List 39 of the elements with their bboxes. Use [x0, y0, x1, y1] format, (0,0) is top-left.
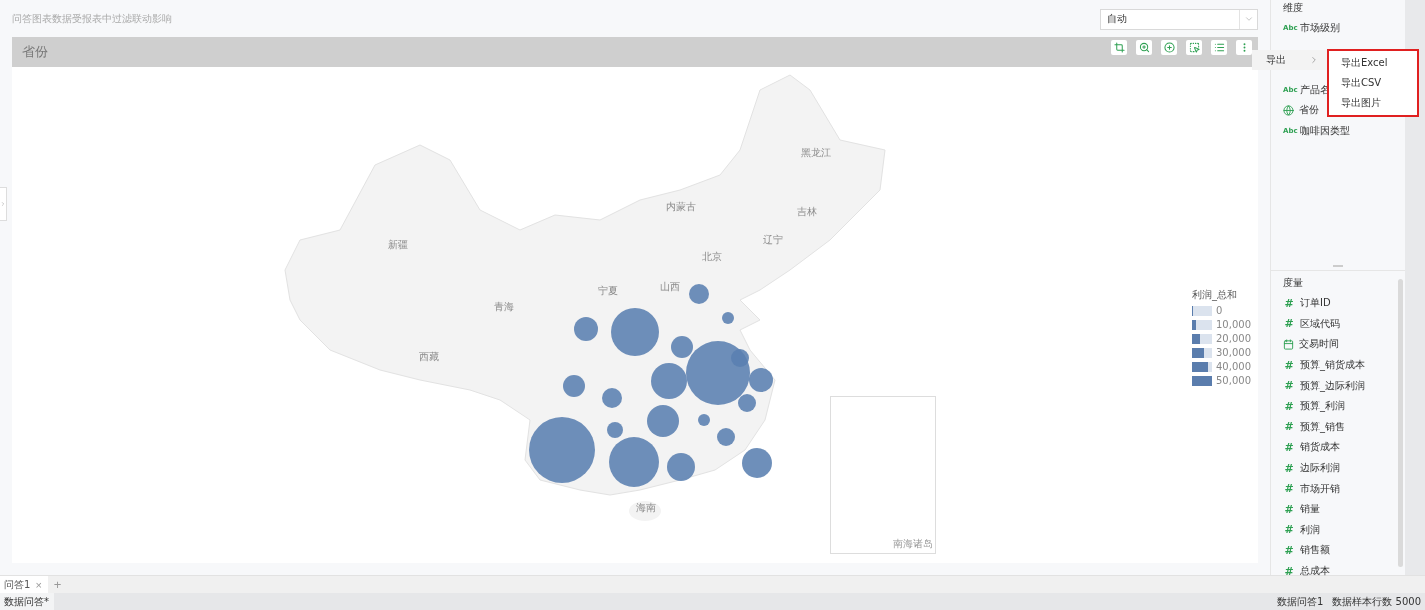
region-label: 吉林	[796, 204, 817, 219]
number-type-icon: #	[1283, 296, 1295, 310]
number-type-icon: #	[1283, 358, 1295, 372]
number-type-icon: #	[1283, 564, 1295, 578]
region-label: 青海	[494, 300, 515, 315]
number-type-icon: #	[1283, 523, 1295, 537]
region-label: 内蒙古	[666, 199, 697, 214]
legend-label: 30,000	[1216, 347, 1251, 358]
region-label: 黑龙江	[800, 146, 831, 161]
region-label: 北京	[702, 250, 723, 265]
region-label: 海南	[636, 500, 657, 515]
number-type-icon: #	[1283, 482, 1295, 496]
filter-notice: 问答图表数据受报表中过滤联动影响	[12, 12, 172, 26]
legend-label: 50,000	[1216, 375, 1251, 386]
chart-title: 省份	[22, 43, 48, 61]
region-label: 辽宁	[763, 233, 784, 248]
number-type-icon: #	[1283, 420, 1295, 434]
status-text: 数据问答*	[0, 593, 54, 610]
region-label: 西藏	[419, 349, 440, 364]
number-type-icon: #	[1283, 379, 1295, 393]
region-label: 山西	[659, 279, 680, 294]
number-type-icon: #	[1283, 461, 1295, 475]
legend-label: 40,000	[1216, 361, 1251, 372]
legend-label: 20,000	[1216, 333, 1251, 344]
region-label: 新疆	[388, 238, 409, 253]
section-title: 维度	[1283, 1, 1304, 15]
legend-label: 0	[1216, 305, 1223, 316]
status-text: 数据样本行数 5000	[1332, 594, 1421, 609]
legend-title: 利润_总和	[1192, 288, 1238, 302]
number-type-icon: #	[1283, 502, 1295, 516]
number-type-icon: #	[1283, 543, 1295, 557]
region-label: 宁夏	[597, 283, 618, 298]
number-type-icon: #	[1283, 440, 1295, 454]
number-type-icon: #	[1283, 317, 1295, 331]
inset-label: 南海诸岛	[893, 537, 933, 551]
legend-label: 10,000	[1216, 319, 1251, 330]
number-type-icon: #	[1283, 399, 1295, 413]
section-title: 度量	[1283, 276, 1304, 290]
status-text: 数据问答1	[1277, 594, 1324, 609]
